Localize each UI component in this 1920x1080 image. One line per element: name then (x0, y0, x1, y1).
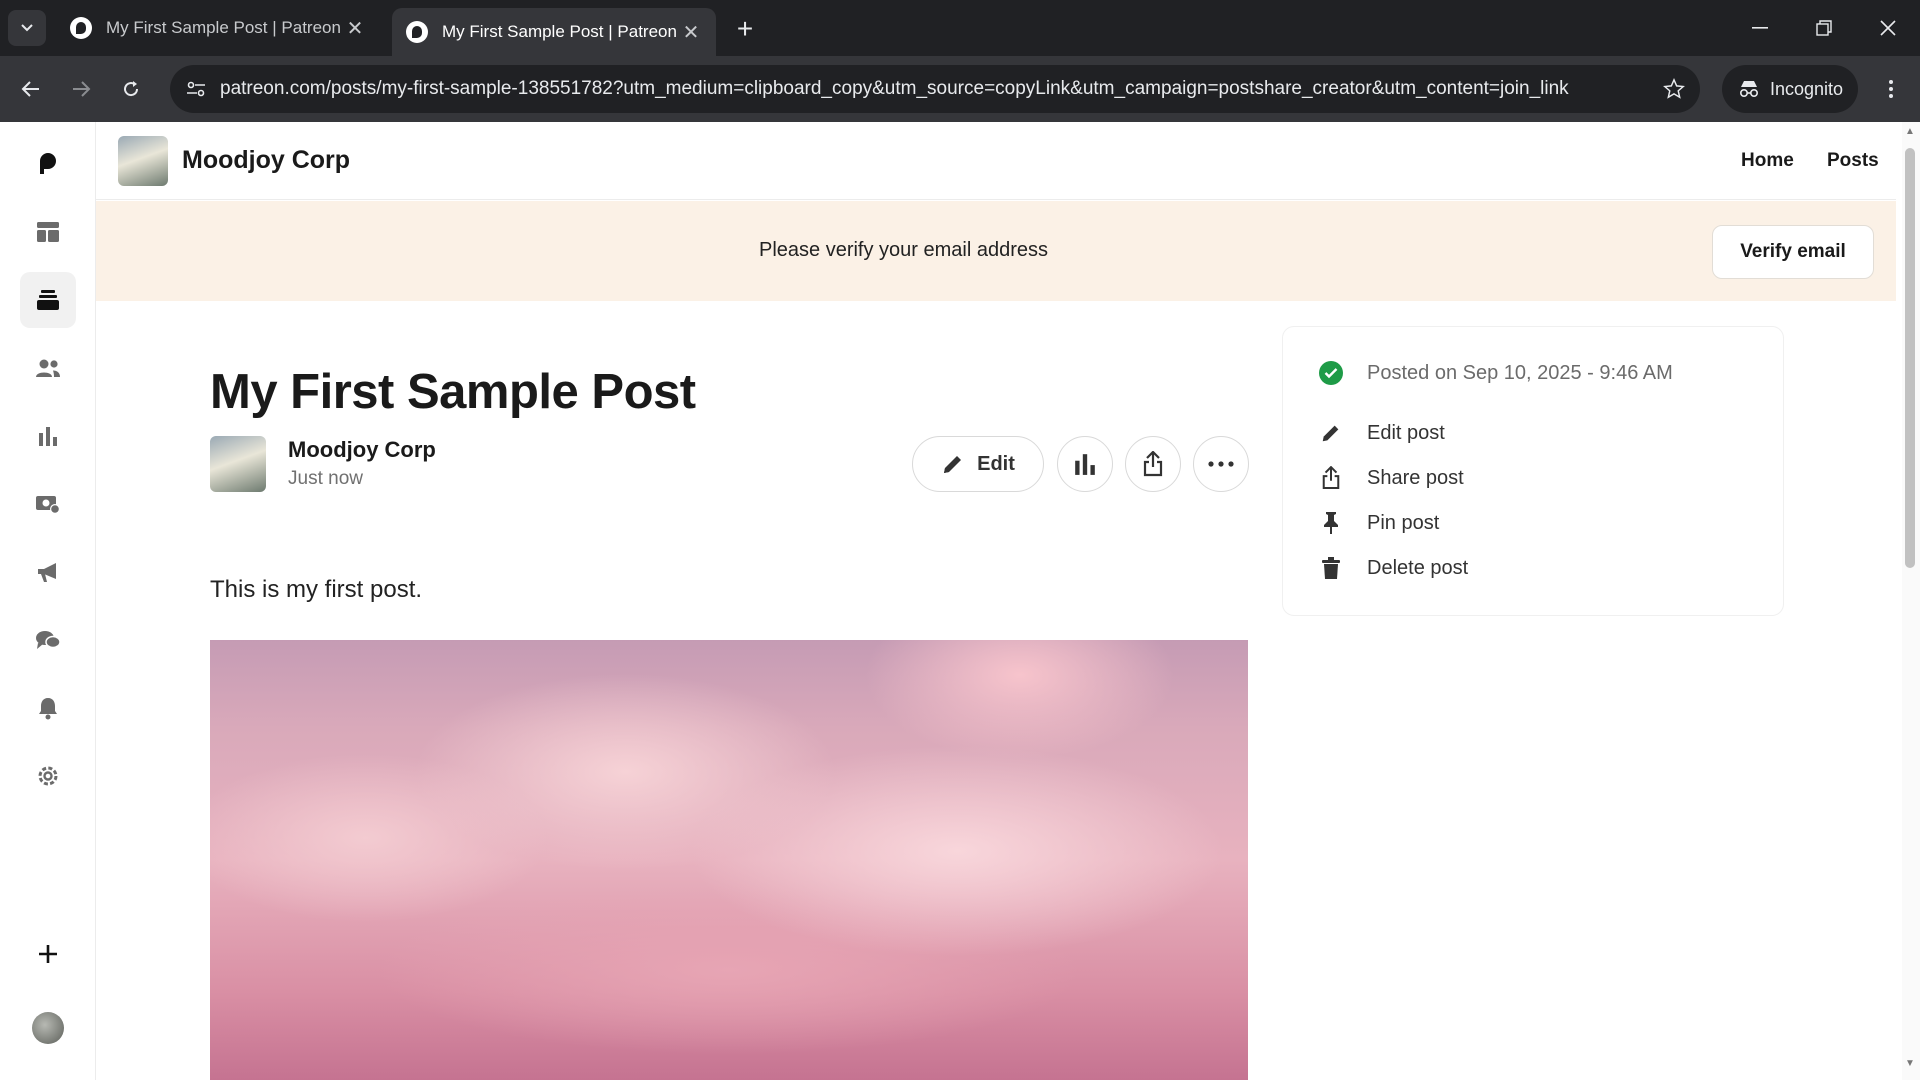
pin-post-action[interactable]: Pin post (1319, 511, 1439, 535)
site-info-icon[interactable] (182, 75, 210, 103)
tab-title: My First Sample Post | Patreon (442, 22, 677, 41)
post-title: My First Sample Post (210, 365, 696, 419)
banner-message: Please verify your email address (758, 239, 1048, 261)
scroll-up-icon[interactable]: ▲ (1904, 126, 1916, 138)
post-timestamp: Just now (288, 468, 363, 489)
library-icon[interactable] (20, 272, 76, 328)
browser-tab-active[interactable]: My First Sample Post | Patreon ✕ (392, 8, 716, 56)
post-insights-button[interactable] (1057, 436, 1113, 492)
author-name[interactable]: Moodjoy Corp (288, 437, 436, 463)
pencil-icon (944, 456, 962, 473)
share-post-action[interactable]: Share post (1319, 466, 1464, 490)
incognito-icon (1739, 81, 1759, 98)
dashboard-icon[interactable] (20, 204, 76, 260)
share-button[interactable] (1125, 436, 1181, 492)
trash-icon (1319, 556, 1343, 580)
author-avatar[interactable] (210, 436, 266, 492)
create-icon[interactable] (20, 926, 76, 982)
posted-date: Posted on Sep 10, 2025 - 9:46 AM (1367, 361, 1673, 384)
payouts-icon[interactable] (20, 476, 76, 532)
chats-icon[interactable] (20, 612, 76, 668)
pin-icon (1319, 511, 1343, 535)
more-options-button[interactable] (1193, 436, 1249, 492)
share-icon (1143, 451, 1163, 477)
new-tab-icon[interactable]: + (730, 13, 760, 44)
posted-status: Posted on Sep 10, 2025 - 9:46 AM (1319, 361, 1673, 385)
close-tab-icon[interactable]: ✕ (344, 17, 366, 40)
user-avatar[interactable] (32, 1012, 64, 1044)
tab-search-button[interactable] (8, 10, 46, 46)
patreon-logo-icon[interactable] (20, 136, 76, 192)
ellipsis-icon (1208, 461, 1234, 467)
promotions-icon[interactable] (20, 544, 76, 600)
browser-tab-strip: My First Sample Post | Patreon ✕ My Firs… (0, 0, 1920, 56)
edit-post-action[interactable]: Edit post (1319, 421, 1445, 445)
verify-email-button[interactable]: Verify email (1712, 225, 1874, 279)
post-body-text: This is my first post. (210, 576, 423, 603)
verify-email-banner: Please verify your email address Verify … (96, 201, 1896, 301)
nav-posts-link[interactable]: Posts (1827, 150, 1879, 172)
delete-post-action[interactable]: Delete post (1319, 556, 1468, 580)
reload-icon[interactable] (112, 70, 150, 108)
scrollbar-thumb[interactable] (1905, 148, 1915, 568)
creator-logo[interactable] (118, 136, 168, 186)
restore-window-icon[interactable] (1796, 8, 1852, 48)
audience-icon[interactable] (20, 340, 76, 396)
chevron-down-icon (21, 24, 33, 32)
pencil-icon (1319, 421, 1343, 445)
browser-menu-icon[interactable] (1872, 70, 1910, 108)
minimize-window-icon[interactable] (1732, 8, 1788, 48)
share-icon (1319, 466, 1343, 490)
action-label: Share post (1367, 466, 1464, 489)
edit-button[interactable]: Edit (912, 436, 1044, 492)
creator-sidebar (0, 122, 96, 1080)
post-details-panel: Posted on Sep 10, 2025 - 9:46 AM Edit po… (1282, 326, 1784, 616)
close-window-icon[interactable] (1860, 8, 1916, 48)
back-icon[interactable] (12, 70, 50, 108)
incognito-badge[interactable]: Incognito (1722, 65, 1858, 113)
bookmark-star-icon[interactable] (1660, 75, 1688, 103)
forward-icon[interactable] (62, 70, 100, 108)
nav-home-link[interactable]: Home (1741, 150, 1794, 172)
address-bar[interactable]: patreon.com/posts/my-first-sample-138551… (170, 65, 1700, 113)
action-label: Edit post (1367, 421, 1445, 444)
edit-label: Edit (977, 452, 1015, 475)
action-label: Pin post (1367, 511, 1440, 534)
page-header: Moodjoy Corp Home Posts (96, 122, 1896, 200)
insights-icon (1075, 454, 1095, 475)
patreon-favicon-icon (70, 17, 92, 39)
browser-tab[interactable]: My First Sample Post | Patreon ✕ (56, 8, 380, 48)
scroll-down-icon[interactable]: ▼ (1904, 1058, 1916, 1070)
action-label: Delete post (1367, 556, 1469, 579)
check-circle-icon (1319, 361, 1343, 385)
tab-title: My First Sample Post | Patreon (106, 18, 341, 37)
incognito-label: Incognito (1770, 78, 1844, 99)
insights-icon[interactable] (20, 408, 76, 464)
notifications-icon[interactable] (20, 680, 76, 736)
url-text: patreon.com/posts/my-first-sample-138551… (220, 78, 1569, 99)
close-tab-icon[interactable]: ✕ (680, 21, 702, 44)
creator-name[interactable]: Moodjoy Corp (182, 146, 350, 175)
patreon-favicon-icon (406, 21, 428, 43)
post-image[interactable] (210, 640, 1248, 1080)
settings-icon[interactable] (20, 748, 76, 804)
browser-toolbar: patreon.com/posts/my-first-sample-138551… (0, 56, 1920, 122)
